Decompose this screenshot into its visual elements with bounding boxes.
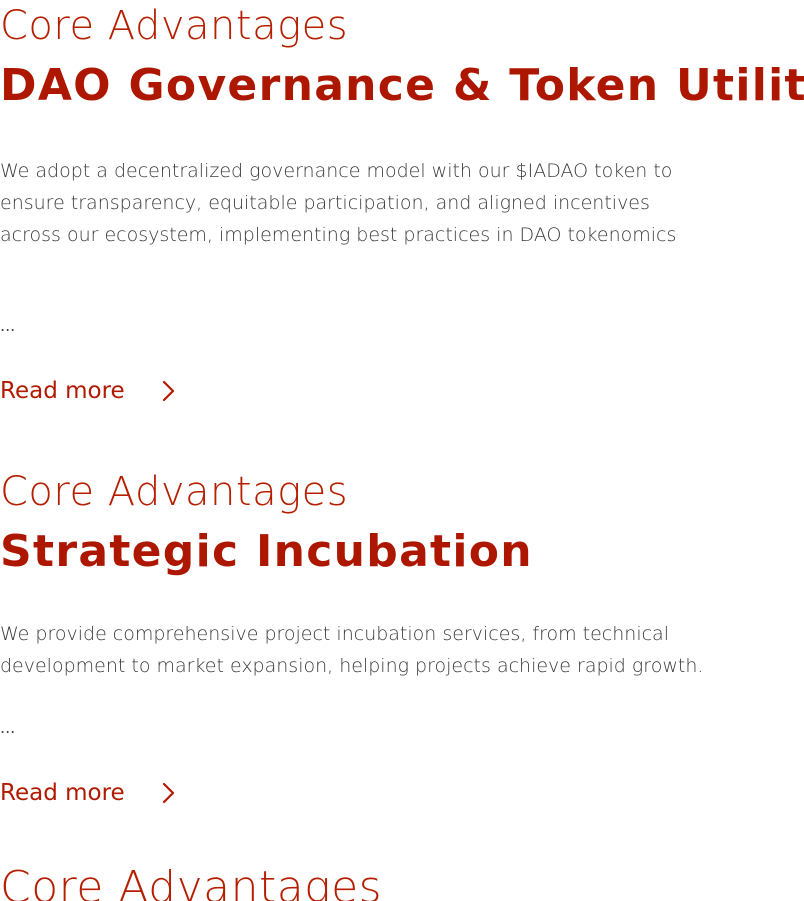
section-strategic-incubation: Core Advantages Strategic Incubation We … [0,466,804,866]
read-more-label: Read more [0,378,125,404]
chevron-right-icon [162,782,174,804]
section-eyebrow: Core Advantages [0,3,349,49]
section-title: DAO Governance & Token Utility [0,60,804,111]
section-dao-governance: Core Advantages DAO Governance & Token U… [0,0,804,440]
section-eyebrow: Core Advantages [0,469,349,515]
description-line: We adopt a decentralized governance mode… [0,160,673,182]
read-more-link[interactable]: Read more [0,375,177,407]
section-description: We adopt a decentralized governance mode… [0,155,700,251]
section-core-advantages-partial: Core Advantages [0,860,804,901]
section-title: Strategic Incubation [0,526,533,577]
section-eyebrow: Core Advantages [0,862,383,901]
description-line: development to market expansion, helping… [0,655,704,677]
read-more-label: Read more [0,780,125,806]
description-line: We provide comprehensive project incubat… [0,623,669,645]
section-description: We provide comprehensive project incubat… [0,618,704,682]
chevron-right-icon [162,380,174,402]
description-line: across our ecosystem, implementing best … [0,224,677,246]
ellipsis-text: ... [0,718,16,737]
read-more-link[interactable]: Read more [0,777,177,809]
ellipsis-text: ... [0,316,16,335]
description-line: ensure transparency, equitable participa… [0,192,650,214]
